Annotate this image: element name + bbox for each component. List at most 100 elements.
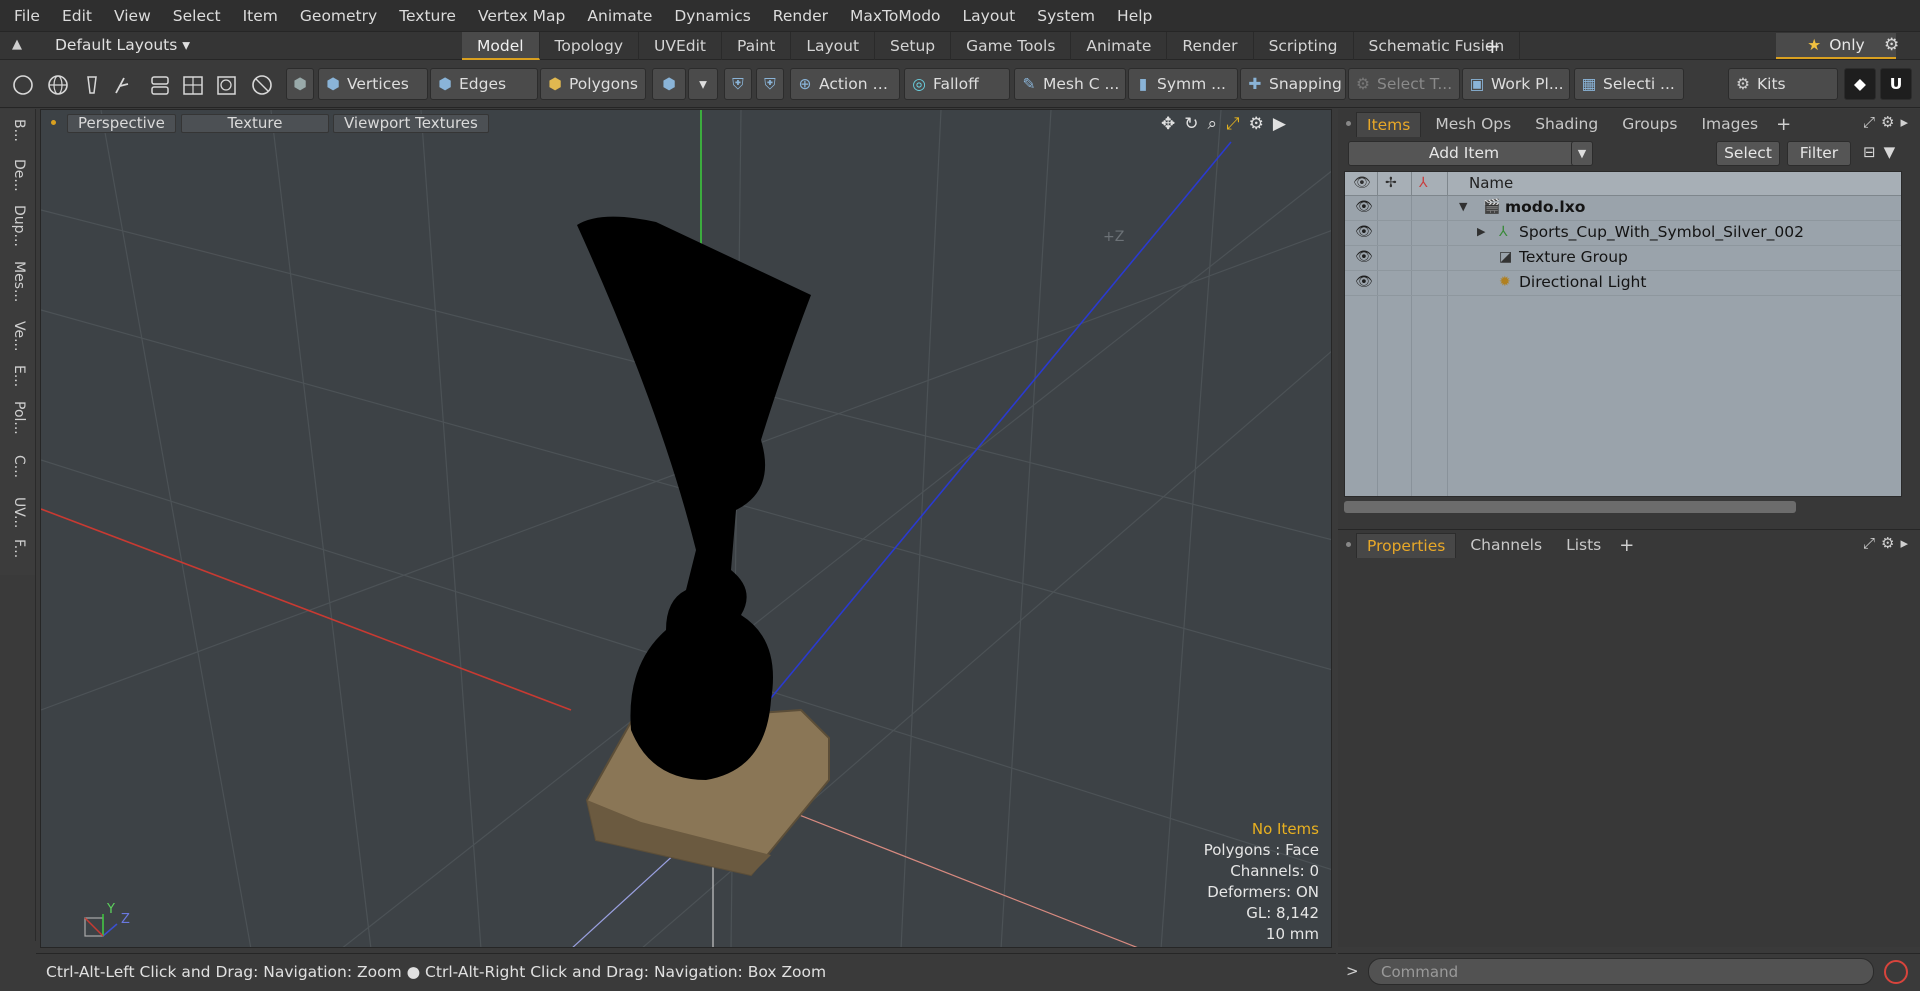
tab-paint[interactable]: Paint bbox=[722, 32, 792, 60]
add-panel-tab-icon[interactable]: + bbox=[1776, 113, 1791, 137]
item-mode-button[interactable]: ⬢ bbox=[286, 68, 314, 100]
menu-view[interactable]: View bbox=[114, 7, 151, 25]
tab-properties[interactable]: Properties bbox=[1356, 533, 1457, 558]
expand-triangle-icon[interactable]: ▼ bbox=[1459, 200, 1467, 213]
filter-icons[interactable]: ⊟▼ bbox=[1863, 143, 1903, 161]
viewport-gear-icon[interactable]: ⚙ bbox=[1249, 114, 1264, 134]
tab-groups[interactable]: Groups bbox=[1612, 112, 1687, 137]
select-through-button[interactable]: ⚙ Select T... bbox=[1348, 68, 1460, 100]
target-icon[interactable] bbox=[217, 76, 236, 95]
tab-uvedit[interactable]: UVEdit bbox=[639, 32, 722, 60]
tab-images[interactable]: Images bbox=[1691, 112, 1768, 137]
work-plane-button[interactable]: ▣ Work Pl... bbox=[1462, 68, 1570, 100]
action-center-button[interactable]: ⊕ Action … bbox=[790, 68, 900, 100]
menu-file[interactable]: File bbox=[14, 7, 40, 25]
material-mode-button[interactable]: ⬢ bbox=[652, 68, 686, 100]
left-tool-basic[interactable]: B... bbox=[9, 119, 27, 142]
left-tool-uv[interactable]: UV... bbox=[9, 497, 27, 528]
menu-animate[interactable]: Animate bbox=[587, 7, 652, 25]
visibility-eye-icon[interactable]: 👁 bbox=[1355, 199, 1373, 215]
menu-maxtomodo[interactable]: MaxToModo bbox=[850, 7, 941, 25]
tab-model[interactable]: Model bbox=[462, 32, 540, 60]
properties-panel-controls[interactable]: ⤢⚙▸ bbox=[1863, 534, 1914, 552]
left-tool-vertex[interactable]: Ve... bbox=[9, 321, 27, 351]
menu-render[interactable]: Render bbox=[773, 7, 828, 25]
tab-render[interactable]: Render bbox=[1167, 32, 1254, 60]
tab-layout[interactable]: Layout bbox=[791, 32, 876, 60]
record-macro-icon[interactable] bbox=[1884, 960, 1908, 984]
item-list-scrollbar[interactable] bbox=[1344, 501, 1796, 513]
tab-setup[interactable]: Setup bbox=[875, 32, 952, 60]
tab-scripting[interactable]: Scripting bbox=[1254, 32, 1354, 60]
texture-button[interactable]: Texture bbox=[181, 114, 329, 133]
tab-topology[interactable]: Topology bbox=[540, 32, 639, 60]
falloff-button[interactable]: ◎ Falloff bbox=[904, 68, 1010, 100]
tab-items[interactable]: Items bbox=[1356, 112, 1422, 137]
menu-dynamics[interactable]: Dynamics bbox=[674, 7, 750, 25]
mesh-constraints-button[interactable]: ✎ Mesh C ... bbox=[1014, 68, 1126, 100]
left-tool-deform[interactable]: De... bbox=[9, 159, 27, 192]
item-row-scene[interactable]: 👁 ▼ 🎬 modo.lxo bbox=[1345, 196, 1901, 221]
tab-animate[interactable]: Animate bbox=[1071, 32, 1168, 60]
add-tab-icon[interactable]: + bbox=[1484, 34, 1501, 58]
menu-texture[interactable]: Texture bbox=[399, 7, 456, 25]
menu-system[interactable]: System bbox=[1037, 7, 1095, 25]
tab-lists[interactable]: Lists bbox=[1556, 533, 1611, 558]
left-tool-curve[interactable]: C... bbox=[9, 455, 27, 478]
auto-select-icon[interactable] bbox=[252, 75, 272, 95]
tab-mesh-ops[interactable]: Mesh Ops bbox=[1425, 112, 1521, 137]
item-list[interactable]: 👁 ✢ ⅄ Name 👁 ▼ 🎬 modo.lxo 👁 ▶ ⅄ Sports_C… bbox=[1344, 171, 1902, 497]
add-properties-tab-icon[interactable]: + bbox=[1619, 534, 1634, 558]
grid-icon[interactable] bbox=[183, 76, 203, 95]
panel-controls[interactable]: ⤢⚙▸ bbox=[1863, 113, 1914, 131]
collapse-up-icon[interactable]: ▲ bbox=[12, 37, 22, 52]
select-button[interactable]: Select bbox=[1716, 141, 1780, 166]
unity-button[interactable]: ◆ bbox=[1844, 68, 1876, 100]
only-toggle[interactable]: ★ Only bbox=[1776, 33, 1896, 59]
snapping-button[interactable]: ✚ Snapping bbox=[1240, 68, 1346, 100]
left-tool-duplicate[interactable]: Dup... bbox=[9, 205, 27, 247]
add-item-dropdown[interactable]: ▼ bbox=[1571, 141, 1593, 166]
default-layouts-dropdown[interactable]: Default Layouts ▾ bbox=[55, 36, 190, 54]
item-row-texture-group[interactable]: 👁 ◪ Texture Group bbox=[1345, 246, 1901, 271]
visibility-eye-icon[interactable]: 👁 bbox=[1355, 249, 1373, 265]
gear-icon[interactable]: ⚙ bbox=[1884, 35, 1899, 55]
edges-button[interactable]: ⬢ Edges bbox=[430, 68, 538, 100]
center-button[interactable]: ⛨ bbox=[756, 68, 784, 100]
maximize-icon[interactable]: ⤢ bbox=[1226, 114, 1240, 134]
globe-icon[interactable] bbox=[48, 75, 68, 95]
tab-shading[interactable]: Shading bbox=[1525, 112, 1608, 137]
left-tool-polygon[interactable]: Pol... bbox=[9, 401, 27, 435]
tab-channels[interactable]: Channels bbox=[1460, 533, 1552, 558]
menu-help[interactable]: Help bbox=[1117, 7, 1152, 25]
circle-select-icon[interactable] bbox=[13, 75, 33, 95]
rotate-icon[interactable]: ↻ bbox=[1184, 114, 1198, 134]
3d-viewport[interactable]: Perspective Texture Viewport Textures ✥ … bbox=[40, 109, 1332, 948]
polygons-button[interactable]: ⬢ Polygons bbox=[540, 68, 646, 100]
visibility-eye-icon[interactable]: 👁 bbox=[1355, 224, 1373, 240]
item-row-light[interactable]: 👁 ✹ Directional Light bbox=[1345, 271, 1901, 296]
perspective-button[interactable]: Perspective bbox=[67, 114, 176, 133]
command-input[interactable] bbox=[1368, 958, 1874, 985]
add-item-button[interactable]: Add Item bbox=[1348, 141, 1580, 166]
menu-item[interactable]: Item bbox=[243, 7, 278, 25]
menu-geometry[interactable]: Geometry bbox=[300, 7, 377, 25]
symmetry-button[interactable]: ▮ Symm ... bbox=[1128, 68, 1238, 100]
pen-icon[interactable] bbox=[87, 76, 97, 94]
mode-dropdown[interactable]: ▾ bbox=[688, 68, 718, 100]
play-icon[interactable]: ▶ bbox=[1273, 114, 1286, 134]
left-tool-fusion[interactable]: F... bbox=[9, 539, 27, 558]
visibility-eye-icon[interactable]: 👁 bbox=[1355, 274, 1373, 290]
brush-icon[interactable] bbox=[115, 77, 129, 94]
menu-vertex-map[interactable]: Vertex Map bbox=[478, 7, 565, 25]
left-tool-mesh-edit[interactable]: Mes... bbox=[9, 261, 27, 302]
vertices-button[interactable]: ⬢ Vertices bbox=[318, 68, 428, 100]
tab-game-tools[interactable]: Game Tools bbox=[951, 32, 1072, 60]
viewport-textures-button[interactable]: Viewport Textures bbox=[333, 114, 489, 133]
expand-triangle-icon[interactable]: ▶ bbox=[1477, 225, 1485, 238]
pan-icon[interactable]: ✥ bbox=[1161, 114, 1175, 134]
pivot-button[interactable]: ⛨ bbox=[724, 68, 752, 100]
menu-layout[interactable]: Layout bbox=[963, 7, 1016, 25]
kits-button[interactable]: ⚙ Kits bbox=[1728, 68, 1838, 100]
item-row-mesh[interactable]: 👁 ▶ ⅄ Sports_Cup_With_Symbol_Silver_002 bbox=[1345, 221, 1901, 246]
